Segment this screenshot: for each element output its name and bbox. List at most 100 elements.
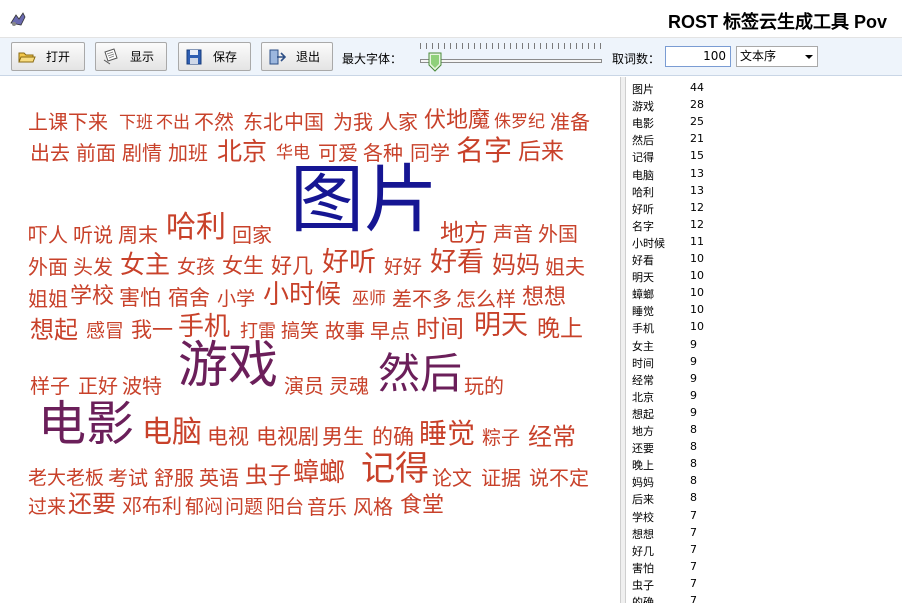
slider-ticks [420, 43, 602, 49]
frequency-word: 哈利 [632, 185, 654, 199]
cloud-word: 电脑 [142, 415, 202, 450]
window-title: ROST 标签云生成工具 Pov [668, 12, 888, 32]
cloud-word: 时间 [416, 315, 464, 343]
cloud-word: 东北 [243, 110, 283, 134]
cloud-word: 好好 [384, 256, 423, 278]
cloud-word: 姐夫 [545, 255, 585, 279]
cloud-word: 外面 [28, 255, 68, 279]
cloud-word: 侏罗纪 [494, 112, 545, 132]
cloud-word: 故事 [325, 319, 365, 343]
frequency-word: 好看 [632, 254, 654, 267]
title-clip: ROST 标签云生成工具 Pov [640, 0, 902, 38]
chevron-down-icon [805, 55, 813, 59]
frequency-word: 小时候 [632, 236, 665, 250]
cloud-word: 玩的 [464, 374, 504, 398]
max-font-slider-thumb[interactable] [428, 52, 442, 72]
frequency-word: 后来 [632, 493, 654, 507]
folder-open-icon [18, 52, 36, 62]
cloud-word: 郁闷 [185, 496, 224, 518]
cloud-word: 睡觉 [419, 417, 476, 450]
frequency-count: 21 [690, 132, 704, 146]
cloud-word: 不出 [156, 113, 190, 133]
cloud-word: 样子 [30, 374, 70, 398]
frequency-count: 10 [690, 269, 704, 283]
cloud-word: 过来 [28, 496, 67, 518]
frequency-word: 妈妈 [632, 476, 654, 490]
frequency-count: 7 [690, 542, 697, 556]
open-button[interactable]: 打开 [11, 42, 85, 71]
frequency-word: 游戏 [632, 100, 654, 114]
cloud-word: 听说 [73, 223, 113, 247]
frequency-count: 13 [690, 183, 704, 197]
cloud-word: 灵魂 [329, 374, 369, 398]
cloud-word: 学校 [70, 284, 115, 309]
cloud-word: 感冒 [86, 320, 125, 342]
frequency-word: 还要 [632, 442, 654, 456]
frequency-count: 7 [690, 559, 697, 573]
cloud-word: 宿舍 [168, 286, 210, 310]
cloud-word: 舒服 [154, 466, 194, 490]
cloud-word: 老大 [28, 467, 67, 489]
frequency-word: 手机 [632, 322, 654, 336]
frequency-word: 蟑螂 [632, 288, 654, 302]
cloud-word: 演员 [284, 374, 324, 398]
frequency-count: 7 [690, 594, 697, 603]
cloud-word: 论文 [432, 466, 472, 490]
cloud-word: 妈妈 [492, 251, 540, 279]
max-font-slider-track[interactable] [420, 59, 602, 63]
app-icon [10, 12, 26, 26]
frequency-count: 28 [690, 98, 704, 112]
cloud-word: 搞笑 [281, 320, 320, 342]
cloud-word: 风格 [353, 495, 393, 519]
cloud-word: 邓布利 [122, 494, 182, 518]
frequency-word: 经常 [632, 373, 654, 387]
frequency-word: 虫子 [632, 578, 654, 592]
cloud-word: 人家 [378, 110, 418, 134]
frequency-count: 9 [690, 405, 697, 419]
cloud-word: 好几 [271, 254, 313, 278]
cloud-word-top: 图片 [290, 157, 438, 243]
cloud-word: 声音 [493, 222, 533, 246]
cloud-word: 明天 [474, 310, 528, 341]
exit-button[interactable]: 退出 [261, 42, 333, 71]
sort-order-select[interactable]: 文本序 [736, 46, 818, 67]
frequency-word: 害怕 [632, 561, 654, 575]
cloud-word: 好听 [322, 247, 376, 278]
cloud-word: 差不多 [392, 287, 452, 311]
frequency-list: 图片 44 游戏 28 电影 25 然后 21 记得 15 电脑 13 哈利 13 好听 12 名字 12 小时候 1… [626, 77, 902, 603]
frequency-word: 想想 [632, 527, 654, 541]
cloud-word: 音乐 [307, 495, 347, 519]
cloud-word: 为我 [333, 110, 373, 134]
word-count-input[interactable]: 100 [665, 46, 731, 67]
cloud-word: 名字 [456, 134, 513, 167]
frequency-word: 地方 [632, 425, 654, 438]
cloud-word: 前面 [76, 141, 116, 165]
cloud-word: 上课 [28, 110, 68, 134]
cloud-word: 加班 [168, 141, 208, 165]
frequency-count: 8 [690, 423, 697, 436]
frequency-count: 10 [690, 303, 704, 317]
cloud-word: 证据 [481, 466, 521, 490]
cloud-word: 回家 [232, 223, 272, 247]
frequency-word: 的确 [632, 596, 654, 603]
save-button[interactable]: 保存 [178, 42, 251, 71]
cloud-word: 下班 [119, 113, 153, 133]
cloud-word: 女生 [222, 254, 264, 278]
cloud-word: 地方 [440, 219, 488, 247]
frequency-count: 15 [690, 149, 704, 163]
cloud-word: 电视剧 [256, 425, 319, 449]
word-cloud-pane: 上课 下来 下班 不出 不然 东北 中国 为我 人家 伏地魔 侏罗纪 准备 出去… [0, 77, 620, 603]
cloud-word: 游戏 [178, 336, 278, 394]
cloud-word: 周末 [118, 223, 158, 247]
open-label: 打开 [46, 50, 71, 64]
frequency-count: 11 [690, 234, 704, 248]
cloud-word: 后来 [518, 139, 564, 165]
cloud-word: 早点 [370, 319, 410, 343]
cloud-word: 我一 [131, 318, 173, 342]
frequency-count: 9 [690, 337, 697, 351]
sort-order-value: 文本序 [740, 49, 777, 63]
cloud-word: 电影 [38, 396, 135, 452]
frequency-count: 10 [690, 320, 704, 334]
cloud-word: 的确 [372, 425, 414, 449]
show-button[interactable]: 显示 [95, 42, 167, 71]
